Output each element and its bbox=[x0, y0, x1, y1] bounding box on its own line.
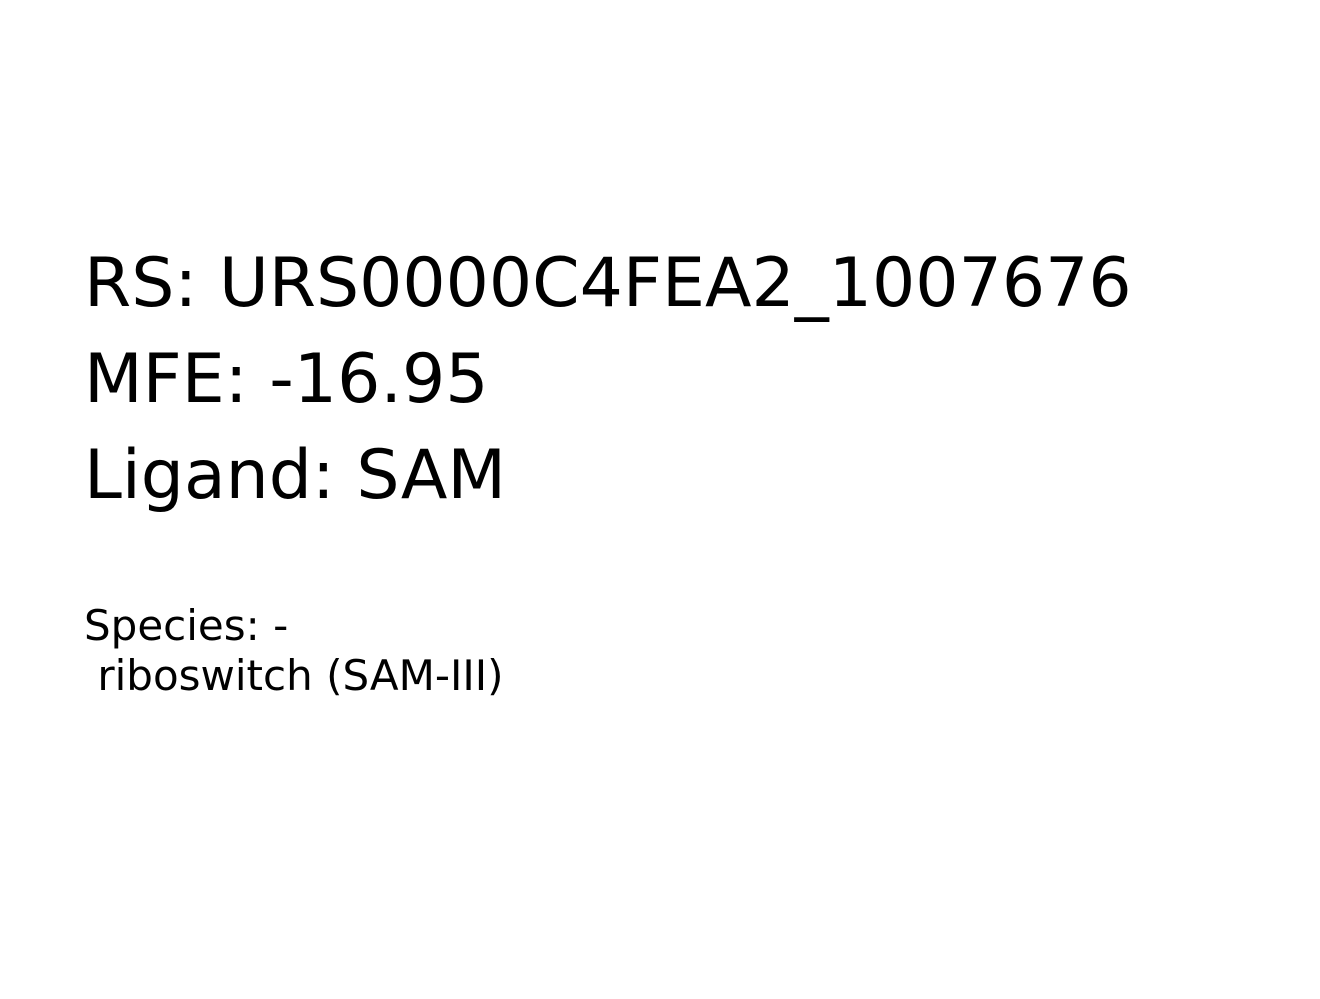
rs-identifier: RS: URS0000C4FEA2_1007676 bbox=[84, 244, 1132, 323]
ligand-label: Ligand: SAM bbox=[84, 436, 507, 515]
species-label: Species: - bbox=[84, 601, 289, 650]
riboswitch-type: riboswitch (SAM-III) bbox=[84, 651, 504, 700]
mfe-value: MFE: -16.95 bbox=[84, 340, 489, 419]
